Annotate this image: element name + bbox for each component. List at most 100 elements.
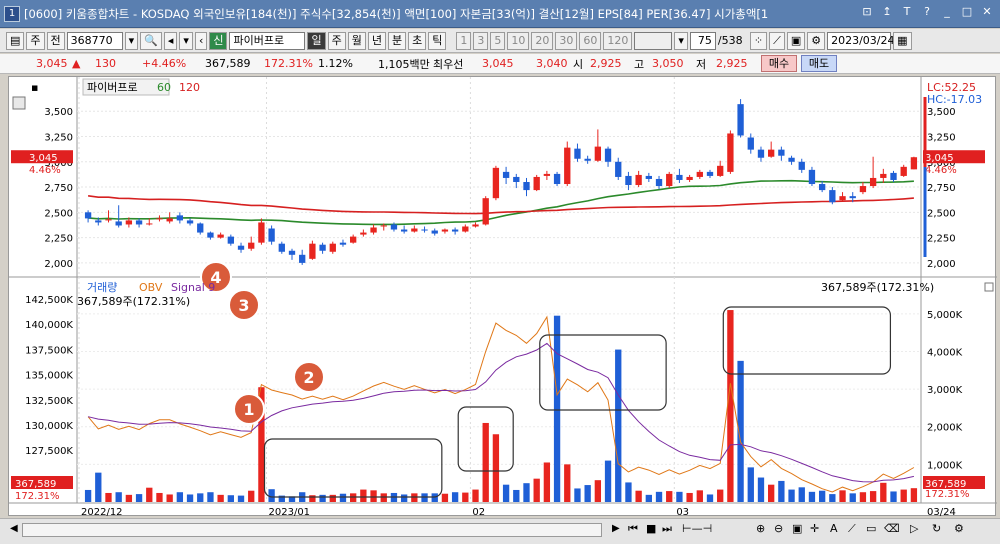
volume-bar xyxy=(839,490,846,502)
period-week-select[interactable]: 주 xyxy=(26,31,45,50)
volume-bar xyxy=(717,489,724,502)
minute-20[interactable]: 20 xyxy=(531,31,554,50)
trade-amount: 1,105백만 xyxy=(378,57,430,71)
sell-button[interactable]: 매도 xyxy=(801,55,837,72)
text-tool-icon[interactable]: A xyxy=(830,522,838,535)
fit-icon[interactable]: ▣ xyxy=(792,522,802,535)
date-input[interactable]: 2023/03/24 xyxy=(827,31,895,50)
sound-icon[interactable]: ◂ xyxy=(163,31,178,50)
minute-60[interactable]: 60 xyxy=(579,31,602,50)
minimize-icon[interactable]: _ xyxy=(940,5,954,18)
volume-bar xyxy=(339,493,347,502)
scroll-right-icon[interactable]: ▶ xyxy=(612,523,620,534)
obv-line xyxy=(87,315,915,493)
grid-icon[interactable]: ⁘ xyxy=(749,31,768,50)
interval-dropdown-icon[interactable]: ▾ xyxy=(674,31,688,50)
candle-body xyxy=(676,174,683,180)
sound-dropdown-icon[interactable]: ▾ xyxy=(179,31,193,50)
volume-bar xyxy=(462,492,469,502)
stock-code-input[interactable]: 368770 xyxy=(66,31,123,50)
calendar-icon[interactable]: ▦ xyxy=(893,31,912,50)
zoom-out-icon[interactable]: ⊖ xyxy=(774,522,783,535)
annotation-number: 3 xyxy=(238,296,249,315)
minute-3[interactable]: 3 xyxy=(473,31,489,50)
candle-body xyxy=(523,182,530,191)
credit-badge: 신 xyxy=(209,31,228,50)
candle-body xyxy=(217,234,224,238)
volume-bar xyxy=(360,489,367,502)
low-price: 2,925 xyxy=(716,57,748,70)
close-icon[interactable]: ✕ xyxy=(980,5,994,18)
chart-area[interactable]: 1234 3,500 3,500 3,250 3,250 3,000 3,000 2,750… xyxy=(8,76,997,518)
volume-bar xyxy=(869,491,877,502)
settings-icon[interactable]: ⚙ xyxy=(807,31,826,50)
obv-tick: 127,500K xyxy=(25,446,73,457)
volume-bar xyxy=(696,490,703,502)
scroll-track[interactable] xyxy=(22,523,602,537)
tab-second[interactable]: 초 xyxy=(408,31,427,50)
volume-bar xyxy=(186,494,194,502)
interval-select[interactable] xyxy=(634,31,673,50)
open-price: 2,925 xyxy=(590,57,622,70)
line-tool-icon[interactable]: ⟋ xyxy=(769,31,785,50)
volume-pct-left: 172.31% xyxy=(15,491,60,502)
tab-minute[interactable]: 분 xyxy=(387,31,407,50)
search-icon[interactable]: 🔍 xyxy=(140,31,162,50)
volume-tick: 4,000K xyxy=(927,347,963,358)
prev-stock-icon[interactable]: ‹ xyxy=(194,31,208,50)
refresh-icon[interactable]: ↻ xyxy=(932,522,941,535)
pin-icon[interactable]: ↥ xyxy=(880,5,894,18)
chart-svg[interactable]: 1234 3,500 3,5003,250 3,2503,000 3,0002,750… xyxy=(9,77,997,518)
trend-tool-icon[interactable]: ⟋ xyxy=(848,522,856,536)
panel-close-icon[interactable] xyxy=(984,282,994,292)
help-icon[interactable]: ? xyxy=(920,5,934,18)
candle-body xyxy=(125,220,133,225)
pct-tag-right: 4.46% xyxy=(925,165,957,176)
zoom-slider-icon[interactable]: ⊢—⊣ xyxy=(682,522,712,535)
prev-select[interactable]: 전 xyxy=(46,31,65,50)
go-end-icon[interactable]: ⏭ xyxy=(662,522,672,536)
volume-bar xyxy=(880,482,887,502)
price-tag-right: 3,045 xyxy=(925,153,954,164)
candle-body xyxy=(492,167,500,199)
obv-lines xyxy=(87,315,915,493)
tab-day[interactable]: 일 xyxy=(307,31,326,50)
save-icon[interactable]: ▣ xyxy=(786,31,806,50)
zoom-in-icon[interactable]: ⊕ xyxy=(756,522,765,535)
minute-5[interactable]: 5 xyxy=(490,31,506,50)
candle-body xyxy=(717,165,724,176)
stop-icon[interactable]: ■ xyxy=(646,522,656,535)
candle-body xyxy=(849,196,856,199)
candle-body xyxy=(390,224,398,230)
tab-month[interactable]: 월 xyxy=(347,31,366,50)
minute-120[interactable]: 120 xyxy=(603,31,633,50)
buy-button[interactable]: 매수 xyxy=(761,55,797,72)
stock-name-field: 파이버프로 xyxy=(229,31,306,50)
play-icon[interactable]: ▷ xyxy=(910,522,918,535)
crosshair-icon[interactable]: ✛ xyxy=(810,522,819,535)
candle-body xyxy=(615,161,622,177)
count-input[interactable]: 75 xyxy=(689,31,716,50)
eraser-icon[interactable]: ⌫ xyxy=(884,522,900,535)
font-icon[interactable]: T xyxy=(900,5,914,18)
minute-1[interactable]: 1 xyxy=(456,31,472,50)
tab-year[interactable]: 년 xyxy=(367,31,386,50)
annotation-number: 1 xyxy=(243,400,254,419)
tab-week[interactable]: 주 xyxy=(327,31,346,50)
minute-30[interactable]: 30 xyxy=(555,31,578,50)
maximize-icon[interactable]: □ xyxy=(960,5,974,18)
chart-settings-icon[interactable] xyxy=(12,96,26,110)
candle-body xyxy=(880,173,887,178)
rect-tool-icon[interactable]: ▭ xyxy=(866,522,876,535)
tab-tick[interactable]: 틱 xyxy=(428,31,447,50)
go-start-icon[interactable]: ⏮ xyxy=(628,522,638,536)
code-dropdown-icon[interactable]: ▾ xyxy=(124,31,139,50)
config-icon[interactable]: ⚙ xyxy=(954,522,964,535)
volume-bar xyxy=(95,472,102,502)
chart-menu-icon[interactable]: ▤ xyxy=(6,31,25,50)
scroll-left-icon[interactable]: ◀ xyxy=(10,523,18,534)
volume-bar xyxy=(523,483,530,502)
volume-bar xyxy=(757,477,765,502)
minute-10[interactable]: 10 xyxy=(507,31,530,50)
link-icon[interactable]: ⊡ xyxy=(860,5,874,18)
